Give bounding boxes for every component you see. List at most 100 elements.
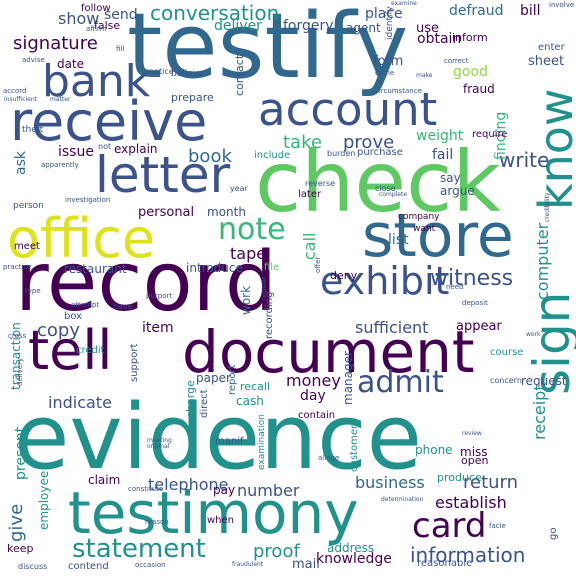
word-enter: enter bbox=[538, 42, 565, 53]
word-determination: determination bbox=[381, 496, 424, 503]
word-present: present bbox=[13, 426, 29, 480]
word-keep: keep bbox=[7, 542, 34, 555]
word-appear: appear bbox=[456, 319, 502, 334]
word-customer: customer bbox=[349, 424, 360, 472]
word-type: type bbox=[25, 287, 41, 295]
word-not: not bbox=[98, 142, 112, 151]
word-form: form bbox=[373, 54, 404, 69]
word-agent: agent bbox=[346, 21, 381, 35]
word-money: money bbox=[286, 371, 341, 390]
word-fail: fail bbox=[432, 147, 454, 163]
word-number: number bbox=[237, 481, 300, 500]
word-signature: signature bbox=[13, 33, 98, 54]
word-affirm: affirm bbox=[86, 25, 107, 33]
word-manager: manager bbox=[341, 351, 355, 405]
word-contend: contend bbox=[68, 561, 109, 572]
word-date: date bbox=[57, 57, 85, 71]
word-course: course bbox=[490, 347, 524, 358]
word-day: day bbox=[300, 388, 326, 404]
word-notice: notice bbox=[149, 67, 174, 76]
word-fraudulent: fraudulent bbox=[232, 561, 264, 568]
word-require: require bbox=[472, 129, 508, 140]
word-come: come bbox=[375, 69, 395, 77]
word-good: good bbox=[453, 64, 488, 80]
word-reasonable: reasonable bbox=[417, 558, 473, 569]
word-open: open bbox=[461, 454, 489, 467]
word-theft: theft bbox=[22, 125, 44, 135]
word-want: want bbox=[413, 224, 436, 234]
word-office: office bbox=[7, 207, 156, 270]
word-explain: explain bbox=[114, 142, 158, 156]
word-follow: follow bbox=[81, 3, 111, 14]
word-discuss: discuss bbox=[18, 562, 48, 571]
word-place: place bbox=[365, 6, 403, 22]
word-indicate: indicate bbox=[48, 393, 112, 412]
word-request: request bbox=[521, 374, 567, 388]
word-paper: paper bbox=[196, 371, 231, 385]
word-believe: believe bbox=[171, 69, 204, 79]
word-advise: advise bbox=[22, 56, 45, 64]
word-accord: accord bbox=[3, 87, 27, 95]
word-delivery: delivery bbox=[16, 357, 24, 386]
word-employee: employee bbox=[37, 470, 51, 530]
word-direct: direct bbox=[199, 389, 210, 418]
word-card: card bbox=[412, 506, 487, 546]
word-pay: pay bbox=[213, 483, 236, 497]
word-item: item bbox=[142, 320, 174, 336]
word-company: company bbox=[398, 212, 440, 222]
word-fraud: fraud bbox=[463, 82, 495, 96]
word-admit: admit bbox=[357, 365, 444, 400]
word-concern: concern bbox=[490, 376, 522, 385]
word-contain: contain bbox=[298, 410, 336, 421]
word-list: list bbox=[388, 232, 409, 248]
word-register: register bbox=[261, 276, 268, 300]
word-include: include bbox=[254, 150, 291, 161]
word-statement: statement bbox=[72, 534, 206, 564]
word-inform: inform bbox=[452, 31, 488, 44]
word-credit: credit bbox=[76, 345, 105, 356]
word-argue: argue bbox=[440, 184, 475, 198]
word-allege: allege bbox=[318, 454, 340, 462]
word-support: support bbox=[129, 343, 140, 382]
word-need: need bbox=[446, 283, 464, 291]
word-deny: deny bbox=[330, 269, 358, 282]
word-computer: computer bbox=[533, 222, 552, 300]
word-prepare: prepare bbox=[171, 91, 214, 104]
word-facie: facie bbox=[489, 522, 506, 530]
word-bill: bill bbox=[520, 3, 541, 19]
word-file: file bbox=[264, 262, 280, 273]
word-attempt: attempt bbox=[71, 301, 100, 309]
word-claim: claim bbox=[88, 473, 121, 487]
word-note: note bbox=[218, 212, 286, 247]
word-defraud: defraud bbox=[449, 3, 504, 19]
word-investigation: investigation bbox=[65, 196, 111, 204]
word-involve: involve bbox=[549, 1, 575, 9]
word-forgery: forgery bbox=[283, 18, 334, 34]
word-insufficient: insufficient bbox=[4, 96, 38, 103]
word-reverse: reverse bbox=[305, 179, 336, 188]
word-weight: weight bbox=[416, 128, 464, 144]
word-meet: meet bbox=[14, 241, 40, 252]
word-personal: personal bbox=[138, 205, 195, 220]
word-have: have bbox=[113, 302, 133, 311]
word-offer: offer bbox=[314, 256, 322, 273]
word-examination: examination bbox=[257, 414, 267, 470]
word-credibility: credibility bbox=[544, 192, 551, 222]
word-use: use bbox=[416, 21, 440, 36]
word-month: month bbox=[207, 205, 246, 219]
word-deliver: deliver bbox=[214, 18, 262, 34]
word-matter: matter bbox=[50, 96, 71, 103]
word-identify: identify bbox=[385, 6, 395, 40]
word-recall: recall bbox=[240, 380, 270, 393]
word-issue: issue bbox=[58, 144, 94, 160]
word-ask: ask bbox=[13, 151, 29, 175]
word-receipt: receipt bbox=[530, 384, 549, 440]
word-box: box bbox=[64, 311, 83, 322]
word-sufficient: sufficient bbox=[355, 318, 429, 337]
word-complete: complete bbox=[379, 191, 408, 198]
word-work: work bbox=[239, 285, 253, 315]
word-review: review bbox=[462, 430, 482, 437]
word-business: business bbox=[355, 473, 425, 492]
word-person: person bbox=[13, 201, 44, 211]
word-purchase: purchase bbox=[357, 147, 403, 158]
